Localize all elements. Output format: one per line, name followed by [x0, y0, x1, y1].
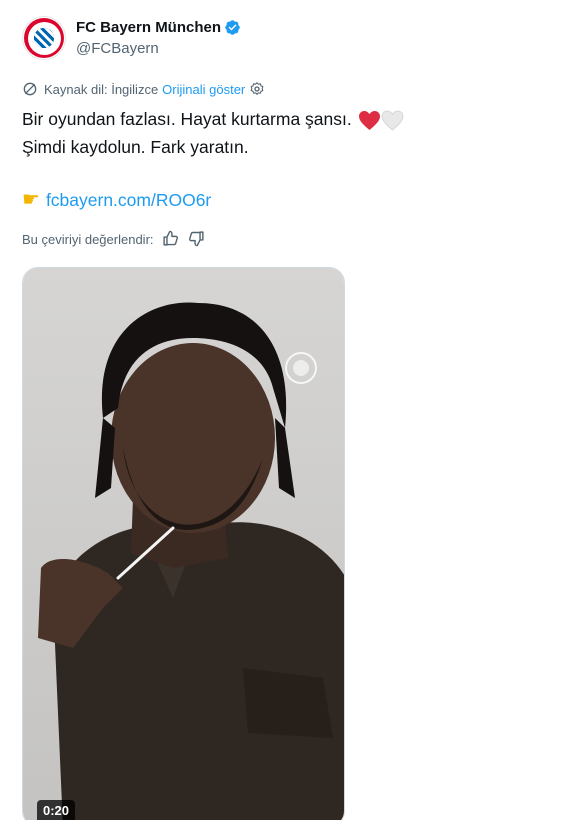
account-name[interactable]: FC Bayern München	[76, 18, 221, 38]
gear-icon[interactable]	[249, 81, 265, 97]
red-heart-icon	[358, 110, 380, 130]
tweet-line-1: Bir oyundan fazlası. Hayat kurtarma şans…	[22, 109, 352, 129]
video-player[interactable]: 0:20	[22, 267, 345, 820]
account-names: FC Bayern München @FCBayern	[76, 18, 241, 59]
account-handle[interactable]: @FCBayern	[76, 39, 241, 59]
video-duration: 0:20	[37, 800, 76, 820]
verified-badge-icon[interactable]	[224, 19, 241, 36]
rate-translation: Bu çeviriyi değerlendir:	[22, 230, 206, 248]
tweet-header: FC Bayern München @FCBayern	[22, 16, 241, 60]
thumbs-down-button[interactable]	[188, 230, 206, 248]
fc-bayern-crest-icon	[24, 18, 64, 58]
tweet-line-2: Şimdi kaydolun. Fark yaratın.	[22, 137, 249, 157]
white-heart-icon	[381, 110, 404, 131]
show-original-link[interactable]: Orijinali göster	[162, 82, 245, 97]
video-thumbnail	[23, 268, 344, 820]
thumbs-up-icon	[162, 230, 178, 246]
translate-icon	[23, 82, 37, 96]
rate-label: Bu çeviriyi değerlendir:	[22, 231, 154, 247]
thumbs-up-button[interactable]	[162, 230, 180, 248]
pointing-right-hand-icon: ☛	[22, 189, 40, 211]
tweet-link[interactable]: fcbayern.com/ROO6r	[46, 186, 211, 214]
hearts-emoji	[358, 110, 404, 131]
tweet-text: Bir oyundan fazlası. Hayat kurtarma şans…	[22, 105, 404, 161]
thumbs-down-icon	[188, 231, 204, 247]
source-language-label: Kaynak dil: İngilizce	[44, 81, 159, 97]
link-row: ☛ fcbayern.com/ROO6r	[22, 186, 211, 214]
avatar[interactable]	[22, 16, 66, 60]
translation-info: Kaynak dil: İngilizce Orijinali göster	[22, 81, 265, 97]
